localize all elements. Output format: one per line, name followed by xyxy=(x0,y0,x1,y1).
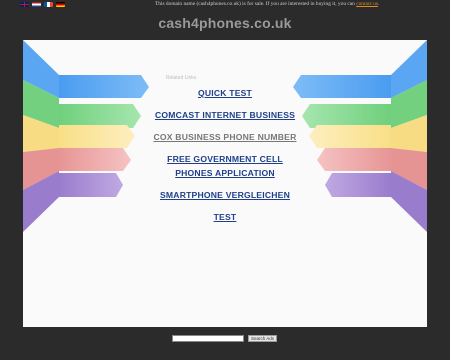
link-test[interactable]: TEST xyxy=(150,210,300,224)
link-comcast-internet-business[interactable]: COMCAST INTERNET BUSINESS xyxy=(150,108,300,122)
language-flags xyxy=(20,2,65,7)
domain-sale-notice: This domain name (cash4phones.co.uk) is … xyxy=(155,1,379,7)
search-bar: Search Ads xyxy=(172,335,278,342)
link-cox-business-phone-number[interactable]: COX BUSINESS PHONE NUMBER xyxy=(150,130,300,144)
related-links-list: QUICK TEST COMCAST INTERNET BUSINESS COX… xyxy=(150,86,300,232)
right-purple-arrow xyxy=(325,173,391,197)
de-flag-icon[interactable] xyxy=(56,2,65,7)
right-green-arrow xyxy=(302,104,391,128)
left-blue-arrow xyxy=(59,75,149,98)
nl-flag-icon[interactable] xyxy=(32,2,41,7)
related-links-label: Related Links xyxy=(166,75,197,81)
right-blue-arrow xyxy=(293,75,391,98)
link-free-government-cell-phones[interactable]: FREE GOVERNMENT CELL PHONES APPLICATION xyxy=(150,152,300,180)
left-yellow-arrow xyxy=(59,125,135,148)
link-quick-test[interactable]: QUICK TEST xyxy=(150,86,300,100)
site-title: cash4phones.co.uk xyxy=(158,15,292,31)
notice-text: This domain name (cash4phones.co.uk) is … xyxy=(155,1,355,7)
top-notice-bar: This domain name (cash4phones.co.uk) is … xyxy=(0,0,450,9)
contact-us-link[interactable]: contact us xyxy=(356,1,378,7)
link-smartphone-vergleichen[interactable]: SMARTPHONE VERGLEICHEN xyxy=(150,188,300,202)
left-purple-arrow xyxy=(59,173,123,197)
search-input[interactable] xyxy=(172,335,244,342)
left-green-arrow xyxy=(59,104,141,128)
left-red-arrow xyxy=(59,148,131,171)
search-ads-button[interactable]: Search Ads xyxy=(248,335,278,342)
right-yellow-arrow xyxy=(309,125,391,148)
right-red-arrow xyxy=(317,148,391,171)
uk-flag-icon[interactable] xyxy=(20,2,29,7)
notice-end: . xyxy=(377,1,380,7)
fr-flag-icon[interactable] xyxy=(44,2,53,7)
